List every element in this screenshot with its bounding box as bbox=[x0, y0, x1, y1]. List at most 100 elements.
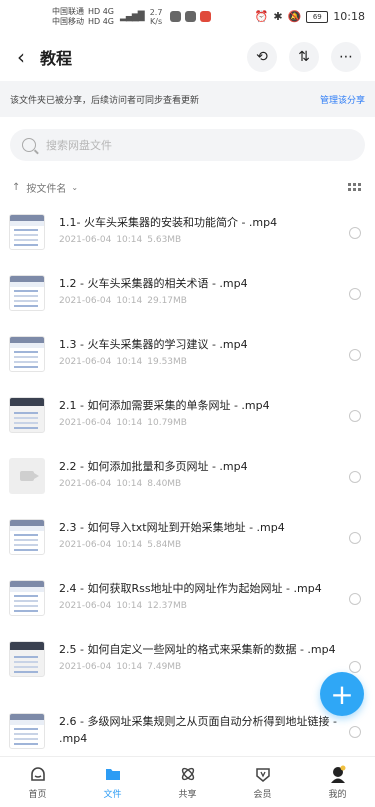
alarm-icon: ⏰ bbox=[254, 10, 269, 23]
video-thumbnail bbox=[9, 580, 45, 616]
tab-home[interactable]: 首页 bbox=[0, 757, 75, 807]
video-thumbnail bbox=[9, 641, 45, 677]
file-time: 10:14 bbox=[116, 235, 143, 245]
file-time: 10:14 bbox=[116, 296, 143, 306]
search-input[interactable]: 搜索网盘文件 bbox=[10, 129, 365, 161]
list-item[interactable]: 2.2 - 如何添加批量和多页网址 - .mp4 2021-06-04 10:14… bbox=[0, 452, 375, 513]
file-date: 2021-06-04 bbox=[59, 418, 112, 428]
list-item[interactable]: 2.1 - 如何添加需要采集的单条网址 - .mp4 2021-06-04 10:… bbox=[0, 391, 375, 452]
network-speed: 2.7 K/s bbox=[149, 7, 163, 26]
chevron-down-icon: ⌄ bbox=[71, 182, 79, 192]
search-placeholder: 搜索网盘文件 bbox=[46, 139, 112, 152]
file-name: 2.6 - 多级网址采集规则之从页面自动分析得到地址链接 - .mp4 bbox=[59, 715, 337, 745]
select-checkbox[interactable] bbox=[349, 593, 361, 605]
select-checkbox[interactable] bbox=[349, 726, 361, 738]
file-name: 2.4 - 如何获取Rss地址中的网址作为起始网址 - .mp4 bbox=[59, 582, 322, 595]
file-name: 2.2 - 如何添加批量和多页网址 - .mp4 bbox=[59, 460, 248, 473]
home-icon bbox=[28, 764, 48, 784]
share-banner-text: 该文件夹已被分享，后续访问者可同步查看更新 bbox=[10, 95, 200, 106]
file-date: 2021-06-04 bbox=[59, 235, 112, 245]
list-item[interactable]: 1.1- 火车头采集器的安装和功能简介 - .mp4 2021-06-04 10:… bbox=[0, 208, 375, 269]
file-time: 10:14 bbox=[116, 601, 143, 611]
sort-button[interactable]: ⇅ bbox=[289, 42, 319, 72]
file-name: 2.5 - 如何自定义一些网址的格式来采集新的数据 - .mp4 bbox=[59, 643, 336, 656]
file-size: 5.84MB bbox=[147, 540, 182, 550]
file-time: 10:14 bbox=[116, 357, 143, 367]
more-button[interactable]: ⋯ bbox=[331, 42, 361, 72]
tab-profile[interactable]: 我的 bbox=[300, 757, 375, 807]
video-thumbnail bbox=[9, 336, 45, 372]
file-time: 10:14 bbox=[116, 479, 143, 489]
select-checkbox[interactable] bbox=[349, 532, 361, 544]
file-date: 2021-06-04 bbox=[59, 357, 112, 367]
file-size: 10.79MB bbox=[147, 418, 187, 428]
battery-icon: 69 bbox=[306, 10, 329, 23]
tab-files-label: 文件 bbox=[103, 790, 122, 800]
page-title: 教程 bbox=[40, 49, 73, 68]
list-item[interactable]: 2.4 - 如何获取Rss地址中的网址作为起始网址 - .mp4 2021-06… bbox=[0, 574, 375, 635]
video-thumbnail bbox=[9, 214, 45, 250]
file-name: 1.1- 火车头采集器的安装和功能简介 - .mp4 bbox=[59, 216, 278, 229]
bottom-tab-bar: 首页 文件 共享 会员 我的 bbox=[0, 756, 375, 807]
video-thumbnail bbox=[9, 397, 45, 433]
tab-vip[interactable]: 会员 bbox=[225, 757, 300, 807]
list-item[interactable]: 2.3 - 如何导入txt网址到开始采集地址 - .mp4 2021-06-04… bbox=[0, 513, 375, 574]
vip-icon bbox=[253, 764, 273, 784]
file-date: 2021-06-04 bbox=[59, 540, 112, 550]
manage-share-link[interactable]: 管理该分享 bbox=[320, 93, 365, 106]
list-item[interactable]: 2.6 - 多级网址采集规则之从页面自动分析得到地址链接 - .mp4 bbox=[0, 707, 375, 753]
tab-profile-label: 我的 bbox=[328, 790, 347, 800]
share-banner: 该文件夹已被分享，后续访问者可同步查看更新 管理该分享 bbox=[0, 81, 375, 117]
mute-icon: 🔕 bbox=[287, 10, 302, 23]
select-checkbox[interactable] bbox=[349, 288, 361, 300]
sort-bar: ↑ 按文件名 ⌄ bbox=[0, 169, 375, 205]
file-name: 1.2 - 火车头采集器的相关术语 - .mp4 bbox=[59, 277, 248, 290]
status-bar: 中国联通 中国移动 HD 4G HD 4G ▂▄▆█ 2.7 K/s ⏰ ✱ 🔕… bbox=[0, 0, 375, 33]
top-bar: ‹ 教程 ⟲ ⇅ ⋯ bbox=[0, 33, 375, 81]
video-thumbnail bbox=[9, 458, 45, 494]
list-item[interactable]: 1.2 - 火车头采集器的相关术语 - .mp4 2021-06-04 10:14… bbox=[0, 269, 375, 330]
file-size: 12.37MB bbox=[147, 601, 187, 611]
back-button[interactable]: ‹ bbox=[10, 45, 32, 69]
video-file-icon bbox=[20, 471, 39, 481]
carrier-1: 中国联通 bbox=[52, 6, 84, 16]
grid-view-icon[interactable] bbox=[348, 183, 361, 191]
select-checkbox[interactable] bbox=[349, 349, 361, 361]
tab-share[interactable]: 共享 bbox=[150, 757, 225, 807]
tab-share-label: 共享 bbox=[178, 790, 197, 800]
select-checkbox[interactable] bbox=[349, 227, 361, 239]
clock: 10:18 bbox=[333, 10, 365, 23]
file-size: 7.49MB bbox=[147, 662, 182, 672]
tab-vip-label: 会员 bbox=[253, 790, 272, 800]
file-name: 1.3 - 火车头采集器的学习建议 - .mp4 bbox=[59, 338, 248, 351]
sort-by-name-button[interactable]: 按文件名 bbox=[26, 180, 66, 195]
list-item[interactable]: 1.3 - 火车头采集器的学习建议 - .mp4 2021-06-04 10:14… bbox=[0, 330, 375, 391]
carrier-2: 中国移动 bbox=[52, 16, 84, 26]
file-date: 2021-06-04 bbox=[59, 479, 112, 489]
network-2: HD 4G bbox=[88, 16, 115, 26]
search-icon bbox=[22, 138, 36, 152]
select-checkbox[interactable] bbox=[349, 410, 361, 422]
history-icon: ⟲ bbox=[256, 49, 268, 65]
select-checkbox[interactable] bbox=[349, 661, 361, 673]
wechat-icon bbox=[170, 11, 182, 22]
avatar-icon bbox=[328, 764, 348, 784]
list-item[interactable]: 2.5 - 如何自定义一些网址的格式来采集新的数据 - .mp4 2021-06… bbox=[0, 635, 375, 707]
file-list: 1.1- 火车头采集器的安装和功能简介 - .mp4 2021-06-04 10:… bbox=[0, 208, 375, 753]
select-checkbox[interactable] bbox=[349, 471, 361, 483]
tab-files[interactable]: 文件 bbox=[75, 757, 150, 807]
file-name: 2.1 - 如何添加需要采集的单条网址 - .mp4 bbox=[59, 399, 270, 412]
back-arrow-icon: ‹ bbox=[17, 45, 25, 69]
add-button[interactable]: + bbox=[320, 672, 364, 716]
file-date: 2021-06-04 bbox=[59, 601, 112, 611]
history-button[interactable]: ⟲ bbox=[247, 42, 277, 72]
tab-home-label: 首页 bbox=[28, 790, 47, 800]
sort-icon: ⇅ bbox=[298, 49, 310, 65]
file-time: 10:14 bbox=[116, 540, 143, 550]
share-icon bbox=[178, 764, 198, 784]
file-size: 8.40MB bbox=[147, 479, 182, 489]
video-thumbnail bbox=[9, 713, 45, 749]
file-size: 19.53MB bbox=[147, 357, 187, 367]
folder-icon bbox=[103, 764, 123, 784]
video-thumbnail bbox=[9, 275, 45, 311]
